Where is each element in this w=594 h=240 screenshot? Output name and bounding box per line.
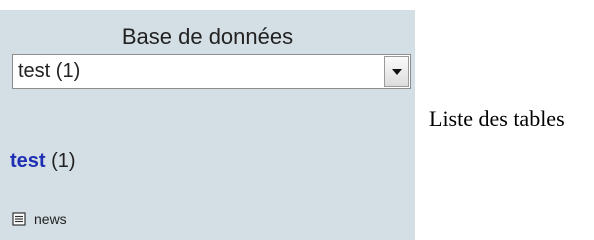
table-item-label: news xyxy=(34,211,67,227)
database-link[interactable]: test (1) xyxy=(10,150,76,173)
database-link-name: test xyxy=(10,150,46,172)
table-icon xyxy=(12,212,26,226)
table-item-news[interactable]: news xyxy=(12,211,67,227)
database-label: Base de données xyxy=(121,24,294,49)
dropdown-button[interactable] xyxy=(384,56,409,87)
database-select[interactable]: test (1) xyxy=(12,54,411,89)
chevron-down-icon xyxy=(391,68,402,75)
database-link-count: (1) xyxy=(51,150,76,172)
sidebar-navigation: Base de données test (1) test (1) news xyxy=(0,10,415,240)
page-title: Liste des tables xyxy=(429,106,565,131)
database-select-value: test (1) xyxy=(18,60,81,82)
